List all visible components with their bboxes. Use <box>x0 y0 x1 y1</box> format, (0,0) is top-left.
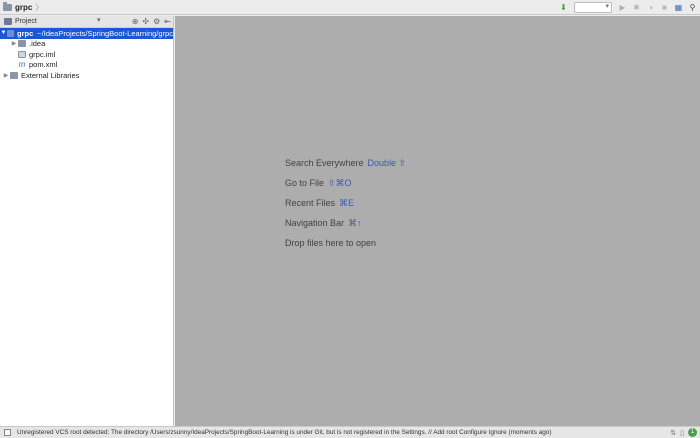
editor-area[interactable]: Search Everywhere Double ⇧ Go to File ⇧⌘… <box>175 16 700 426</box>
hint-shortcut: Double ⇧ <box>367 157 407 168</box>
chevron-down-icon[interactable]: ▾ <box>97 16 101 24</box>
vcs-icon[interactable]: ⇅ <box>670 429 676 437</box>
event-log-badge[interactable]: 1 <box>688 428 697 437</box>
tree-item-path: ~/IdeaProjects/SpringBoot-Learning/grpc <box>37 28 173 38</box>
tree-item-pom-xml[interactable]: m pom.xml <box>0 60 173 71</box>
sync-icon[interactable]: ⊕ <box>132 16 139 28</box>
editor-hints: Search Everywhere Double ⇧ Go to File ⇧⌘… <box>285 153 406 253</box>
module-folder-icon <box>7 29 14 37</box>
tree-item-grpc[interactable]: ▼ grpc ~/IdeaProjects/SpringBoot-Learnin… <box>0 28 173 39</box>
hint-drop-files: Drop files here to open <box>285 233 406 253</box>
tree-item-name: grpc.iml <box>29 49 56 59</box>
status-bar: Unregistered VCS root detected: The dire… <box>0 426 700 438</box>
libraries-icon <box>10 71 18 79</box>
hint-shortcut: ⌘E <box>339 197 355 208</box>
expand-toggle-icon[interactable]: ▼ <box>0 30 7 36</box>
iml-file-icon <box>18 50 26 58</box>
hint-navigation-bar: Navigation Bar ⌘↑ <box>285 213 406 233</box>
hint-text: Go to File <box>285 178 325 188</box>
tree-item-name: External Libraries <box>21 70 80 80</box>
project-view-title[interactable]: Project <box>15 18 37 25</box>
stop-icon[interactable]: ■ <box>659 2 670 13</box>
folder-icon <box>18 40 26 48</box>
hint-text: Drop files here to open <box>285 238 377 248</box>
folder-icon <box>3 1 12 11</box>
navigation-bar: grpc 〉 ⬇ ▶ ✱ ◑ ■ ▦ ⚲ <box>0 0 700 15</box>
project-structure-icon[interactable]: ▦ <box>673 2 684 13</box>
status-bar-widgets: ⇅ ▯ 1 <box>670 428 697 437</box>
expand-toggle-icon[interactable]: ▶ <box>2 72 10 79</box>
tree-item-grpc-iml[interactable]: grpc.iml <box>0 49 173 60</box>
debug-icon[interactable]: ✱ <box>631 2 642 13</box>
tool-windows-toggle-icon[interactable] <box>4 429 11 436</box>
maven-icon: m <box>18 59 26 69</box>
hint-recent-files: Recent Files ⌘E <box>285 193 406 213</box>
run-icon[interactable]: ▶ <box>617 2 628 13</box>
expand-toggle-icon[interactable]: ▶ <box>10 40 18 47</box>
gear-icon[interactable]: ⚙ <box>153 16 160 28</box>
breadcrumb-project[interactable]: grpc <box>15 3 32 12</box>
project-panel-actions: ⊕ ✣ ⚙ ⇤ <box>132 16 171 28</box>
hint-go-to-file: Go to File ⇧⌘O <box>285 173 406 193</box>
memory-indicator-icon[interactable]: ▯ <box>680 429 684 437</box>
breadcrumb[interactable]: grpc 〉 <box>3 1 43 14</box>
build-icon[interactable]: ⬇ <box>558 2 569 13</box>
hint-text: Recent Files <box>285 198 336 208</box>
project-view-icon <box>4 18 12 25</box>
status-message[interactable]: Unregistered VCS root detected: The dire… <box>17 429 552 436</box>
project-panel-header: Project ▾ ⊕ ✣ ⚙ ⇤ <box>0 16 173 28</box>
tree-item-external-libraries[interactable]: ▶ External Libraries <box>0 70 173 81</box>
tree-item-name: .idea <box>29 39 46 49</box>
hint-search-everywhere: Search Everywhere Double ⇧ <box>285 153 406 173</box>
hint-text: Search Everywhere <box>285 158 364 168</box>
tree-item-name: pom.xml <box>29 60 58 70</box>
scroll-from-source-icon[interactable]: ✣ <box>142 16 149 28</box>
hide-panel-icon[interactable]: ⇤ <box>164 16 171 28</box>
breadcrumb-arrow: 〉 <box>35 2 44 12</box>
coverage-icon[interactable]: ◑ <box>645 2 656 13</box>
project-tree: ▼ grpc ~/IdeaProjects/SpringBoot-Learnin… <box>0 28 173 81</box>
hint-shortcut: ⌘↑ <box>348 217 362 228</box>
project-panel: Project ▾ ⊕ ✣ ⚙ ⇤ ▼ grpc ~/IdeaProjects/… <box>0 16 174 426</box>
main-toolbar: ⬇ ▶ ✱ ◑ ■ ▦ ⚲ <box>558 1 698 14</box>
hint-text: Navigation Bar <box>285 218 345 228</box>
search-icon[interactable]: ⚲ <box>687 2 698 13</box>
run-configuration-select[interactable] <box>574 2 612 13</box>
tree-item-name: grpc <box>17 28 34 38</box>
hint-shortcut: ⇧⌘O <box>328 177 352 188</box>
tree-item-idea[interactable]: ▶ .idea <box>0 39 173 50</box>
